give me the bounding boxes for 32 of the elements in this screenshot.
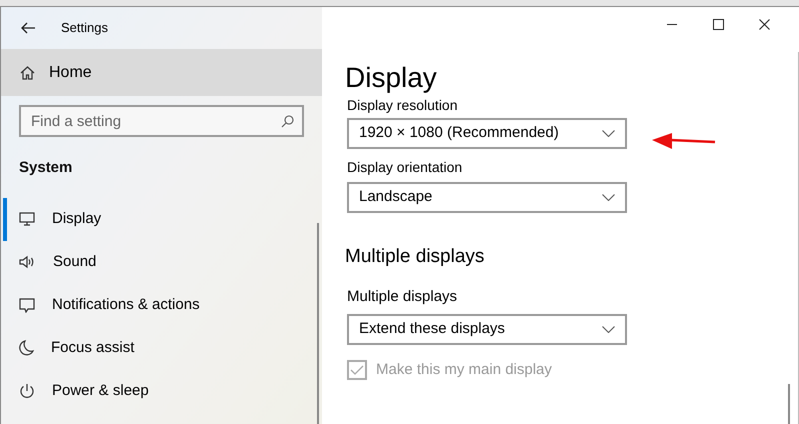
dropdown[interactable]: Extend these displays <box>347 314 627 345</box>
monitor-icon <box>19 212 35 226</box>
maximize-icon <box>712 18 724 30</box>
field-label: Display orientation <box>347 158 462 176</box>
annotation-arrow <box>652 133 716 149</box>
chevron-down-icon <box>602 194 615 201</box>
power-icon <box>19 383 35 399</box>
close-icon <box>758 18 770 30</box>
dropdown[interactable]: 1920 × 1080 (Recommended) <box>347 118 627 149</box>
speaker-icon <box>19 255 36 269</box>
chevron-down-icon <box>602 130 615 137</box>
home-nav-item[interactable]: Home <box>1 49 322 96</box>
moon-icon <box>19 340 34 356</box>
checkbox-label: Make this my main display <box>376 360 552 380</box>
back-arrow-icon <box>20 22 36 34</box>
nav-item[interactable]: Power & sleep <box>3 370 322 412</box>
section-heading: Multiple displays <box>345 245 484 269</box>
window-title: Settings <box>61 19 108 38</box>
nav-item[interactable]: Notifications & actions <box>3 284 322 326</box>
nav-item[interactable]: Sound <box>3 240 322 284</box>
field-label: Display resolution <box>347 96 458 114</box>
chevron-down-icon <box>602 326 615 333</box>
field-label: Multiple displays <box>347 286 458 306</box>
home-icon <box>20 66 35 80</box>
search-icon <box>281 115 294 128</box>
section-heading: System <box>19 158 72 178</box>
dropdown[interactable]: Landscape <box>347 182 627 213</box>
checkmark-icon <box>350 364 364 376</box>
nav-item[interactable]: Focus assist <box>3 326 322 370</box>
search-field[interactable]: Find a setting <box>19 105 304 137</box>
page-title: Display <box>345 61 437 95</box>
speech-bubble-icon <box>19 298 35 312</box>
